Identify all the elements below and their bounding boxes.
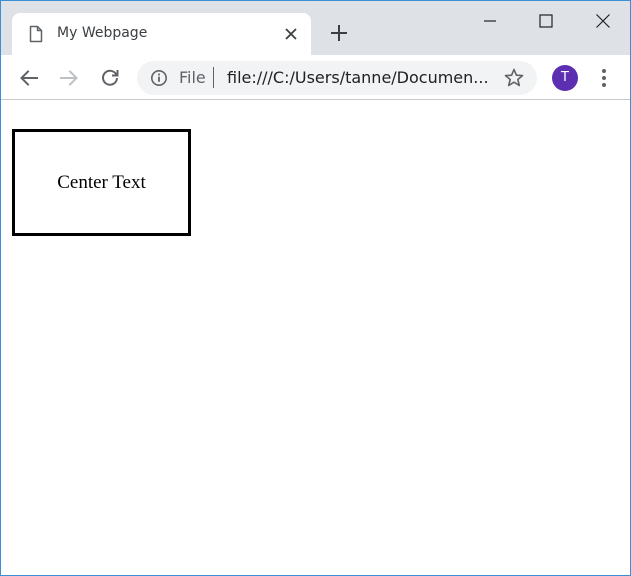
document-icon bbox=[29, 25, 43, 43]
bordered-box: Center Text bbox=[12, 129, 191, 236]
scheme-label: File bbox=[179, 68, 206, 87]
address-separator bbox=[213, 67, 214, 88]
forward-arrow-icon[interactable] bbox=[57, 66, 81, 90]
tab-strip: My Webpage bbox=[1, 1, 630, 55]
reload-icon[interactable] bbox=[98, 66, 122, 90]
tab-my-webpage[interactable]: My Webpage bbox=[12, 13, 311, 55]
plus-icon[interactable] bbox=[328, 22, 350, 44]
back-arrow-icon[interactable] bbox=[17, 66, 41, 90]
close-icon[interactable] bbox=[283, 26, 299, 42]
page-viewport: Center Text bbox=[1, 101, 630, 575]
tab-title: My Webpage bbox=[57, 25, 148, 41]
center-text: Center Text bbox=[57, 171, 146, 193]
kebab-menu-icon[interactable] bbox=[595, 66, 613, 90]
window-close-icon[interactable] bbox=[589, 7, 617, 35]
browser-toolbar: File file:///C:/Users/tanne/Documen... T bbox=[1, 55, 630, 100]
address-bar[interactable]: File file:///C:/Users/tanne/Documen... bbox=[137, 61, 537, 95]
maximize-icon[interactable] bbox=[532, 7, 560, 35]
avatar[interactable]: T bbox=[552, 65, 578, 91]
browser-window: My Webpage File file:///C:/Users/tanne/D… bbox=[0, 0, 631, 576]
info-icon[interactable] bbox=[150, 69, 168, 87]
url-text[interactable]: file:///C:/Users/tanne/Documen... bbox=[227, 68, 489, 87]
star-icon[interactable] bbox=[503, 67, 525, 89]
minimize-icon[interactable] bbox=[476, 7, 504, 35]
